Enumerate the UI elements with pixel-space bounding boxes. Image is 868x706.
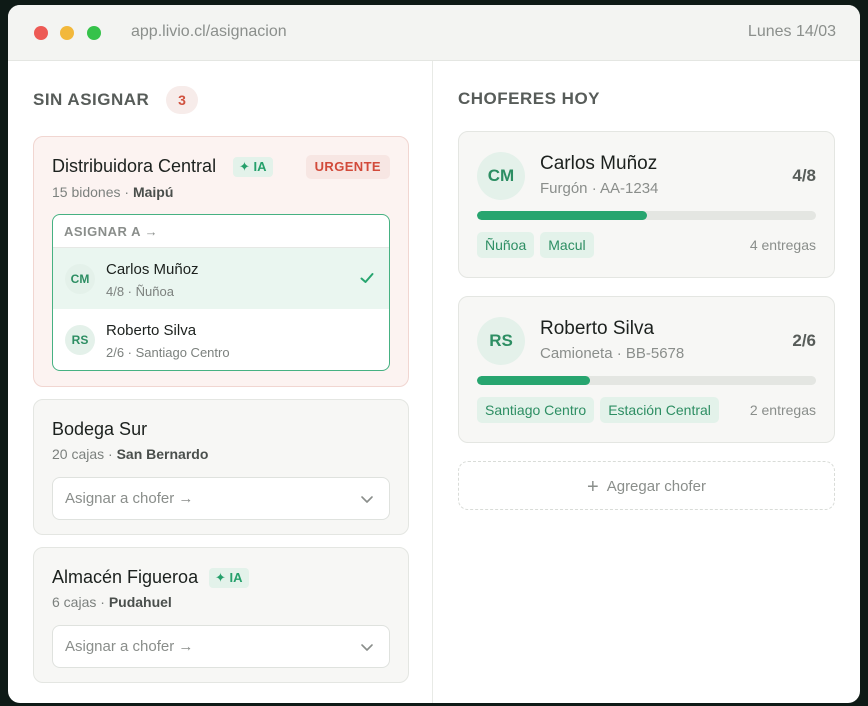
assign-driver-select[interactable]: Asignar a chofer → [52,625,390,668]
driver-vehicle: Camioneta · BB-5678 [540,345,685,362]
zone-tags: Ñuñoa Macul [477,232,594,258]
option-detail: 4/8 · Ñuñoa [106,284,174,299]
order-name: Almacén Figueroa [52,567,199,587]
add-driver-label: Agregar chofer [606,478,706,495]
plus-icon: + [587,476,599,498]
avatar: CM [477,152,525,200]
order-quantity: 20 cajas · [52,446,117,462]
unassigned-title: SIN ASIGNAR [33,90,150,109]
option-detail: 2/6 · Santiago Centro [106,345,230,360]
avatar: CM [65,264,95,294]
check-icon [360,273,374,283]
driver-vehicle: Furgón · AA-1234 [540,180,659,197]
dropdown-option-carlos-munoz[interactable]: CM Carlos Muñoz 4/8 · Ñuñoa [53,248,389,309]
dropdown-option-roberto-silva[interactable]: RS Roberto Silva 2/6 · Santiago Centro [53,309,389,370]
load-progress-bar [477,376,816,385]
ia-badge: ✦ IA [209,568,249,588]
driver-name: Roberto Silva [540,318,655,339]
order-card-bodega-sur[interactable]: Bodega Sur 20 cajas · San Bernardo Asign… [33,399,409,535]
zone-tag: Macul [540,232,594,258]
unassigned-column: SIN ASIGNAR 3 Distribuidora Central ✦ IA… [8,61,433,703]
order-quantity: 6 cajas · [52,594,109,610]
close-window-button[interactable] [34,26,48,40]
maximize-window-button[interactable] [87,26,101,40]
drivers-title: CHOFERES HOY [458,89,601,108]
order-area: Maipú [132,184,174,200]
main-content: SIN ASIGNAR 3 Distribuidora Central ✦ IA… [8,61,860,703]
delivery-count: 2 entregas [749,402,816,418]
load-progress-fill [477,211,647,220]
order-card-almacen-figueroa[interactable]: Almacén Figueroa ✦ IA 6 cajas · Pudahuel… [33,547,409,683]
zone-tags: Santiago Centro Estación Central [477,397,719,423]
order-details: 20 cajas · San Bernardo [52,446,208,462]
driver-load: 4/8 [792,166,816,185]
app-window: app.livio.cl/asignacion Lunes 14/03 SIN … [8,5,860,703]
option-name: Roberto Silva [106,322,197,339]
zone-tag: Estación Central [600,397,719,423]
current-date: Lunes 14/03 [747,23,836,40]
avatar: RS [477,317,525,365]
chevron-down-icon [361,496,373,503]
order-area: Pudahuel [108,594,172,610]
unassigned-count-badge: 3 [166,86,198,114]
minimize-window-button[interactable] [60,26,74,40]
select-placeholder: Asignar a chofer → [65,638,194,655]
order-area: San Bernardo [116,446,209,462]
driver-load: 2/6 [792,331,816,350]
order-name: Bodega Sur [52,419,148,439]
order-card-distribuidora-central[interactable]: Distribuidora Central ✦ IA URGENTE 15 bi… [33,136,409,387]
add-driver-button[interactable]: + Agregar chofer [458,461,835,510]
drivers-column: CHOFERES HOY CM Carlos Muñoz Furgón · AA… [434,61,860,703]
driver-card-carlos-munoz[interactable]: CM Carlos Muñoz Furgón · AA-1234 4/8 Ñuñ… [458,131,835,278]
ia-badge: ✦ IA [233,157,273,177]
zone-tag: Santiago Centro [477,397,595,423]
delivery-count: 4 entregas [749,237,816,253]
order-quantity: 15 bidones · [52,184,133,200]
add-driver-content: + Agregar chofer [459,476,834,499]
load-progress-bar [477,211,816,220]
avatar: RS [65,325,95,355]
order-details: 6 cajas · Pudahuel [52,594,172,610]
order-name: Distribuidora Central [52,156,217,176]
zone-tag: Ñuñoa [477,232,535,258]
assign-dropdown[interactable]: ASIGNAR A → CM Carlos Muñoz 4/8 · Ñuñoa … [52,214,390,371]
dropdown-header: ASIGNAR A → [53,215,389,248]
select-placeholder: Asignar a chofer → [65,490,194,507]
driver-card-roberto-silva[interactable]: RS Roberto Silva Camioneta · BB-5678 2/6… [458,296,835,443]
address-url[interactable]: app.livio.cl/asignacion [131,23,287,41]
urgent-badge: URGENTE [305,155,390,179]
chevron-down-icon [361,644,373,651]
assign-driver-select[interactable]: Asignar a chofer → [52,477,390,520]
load-progress-fill [477,376,590,385]
title-bar: app.livio.cl/asignacion Lunes 14/03 [8,5,860,61]
option-name: Carlos Muñoz [106,261,199,278]
order-details: 15 bidones · Maipú [52,184,173,200]
driver-name: Carlos Muñoz [540,153,658,174]
